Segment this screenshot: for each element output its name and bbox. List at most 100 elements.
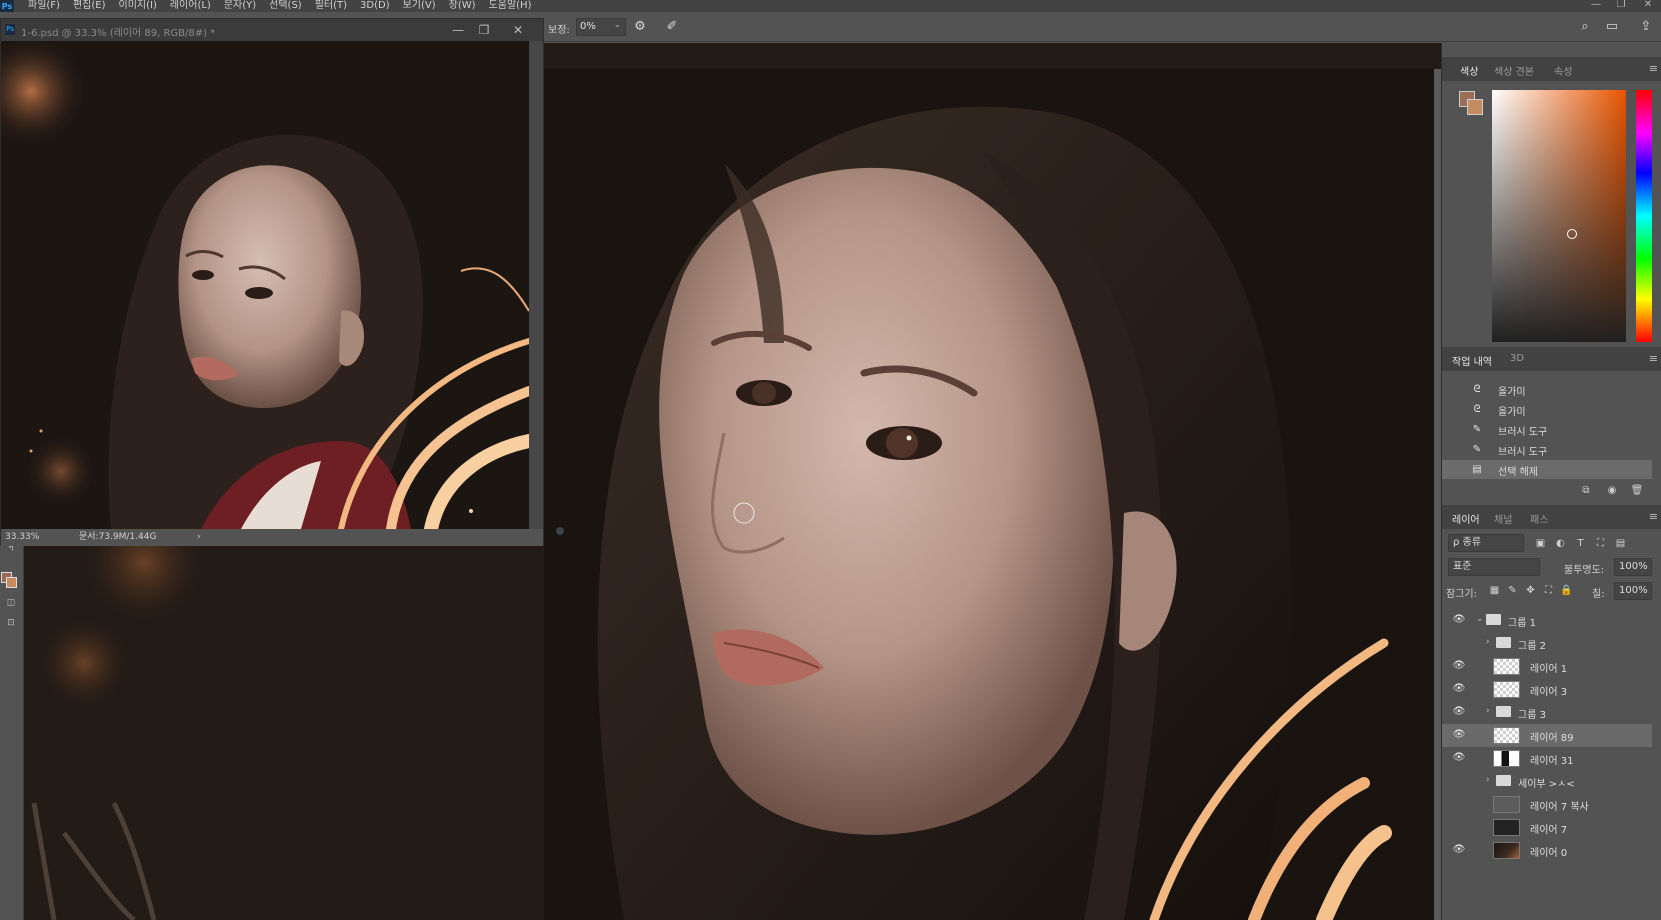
visibility-eye-icon[interactable]: 👁 <box>1452 683 1466 695</box>
tab-properties[interactable]: 속성 <box>1554 63 1572 78</box>
document-close-button[interactable]: ✕ <box>509 22 527 38</box>
new-document-from-state-icon[interactable]: ⧉ <box>1578 484 1594 498</box>
lock-all-icon[interactable]: 🔒 <box>1560 584 1573 597</box>
tab-channels[interactable]: 채널 <box>1494 511 1512 526</box>
layer-thumbnail[interactable] <box>1493 796 1520 813</box>
document-scrollbar[interactable] <box>529 41 543 529</box>
tab-paths[interactable]: 패스 <box>1530 511 1548 526</box>
document-minimize-button[interactable]: — <box>449 22 467 38</box>
search-icon[interactable]: ⌕ <box>1577 19 1593 35</box>
document-title-bar[interactable]: Ps 1-6.psd @ 33.3% (레이어 89, RGB/8#) * — … <box>1 19 543 41</box>
visibility-eye-icon[interactable]: 👁 <box>1452 844 1466 856</box>
smart-object-filter-icon[interactable]: ▤ <box>1614 537 1627 550</box>
photoshop-logo[interactable]: Ps <box>0 0 14 12</box>
share-icon[interactable]: ⇪ <box>1638 19 1654 35</box>
zoom-level[interactable]: 33.33% <box>5 529 39 546</box>
snapshot-camera-icon[interactable]: ◉ <box>1604 484 1620 498</box>
pixel-filter-icon[interactable]: ▣ <box>1534 537 1547 550</box>
lock-image-icon[interactable]: ✎ <box>1506 584 1519 597</box>
layer-row[interactable]: 👁 레이어 3 <box>1442 678 1652 701</box>
menu-select[interactable]: 선택(S) <box>269 0 302 12</box>
color-panel-background-swatch[interactable] <box>1467 99 1483 115</box>
history-panel-menu-icon[interactable]: ≡ <box>1649 352 1658 365</box>
screen-mode-icon[interactable]: ⊡ <box>3 616 19 630</box>
layer-thumbnail[interactable] <box>1493 750 1520 767</box>
layer-row[interactable]: 👁 레이어 89 <box>1442 724 1652 747</box>
document-restore-button[interactable]: ❐ <box>475 22 493 38</box>
layer-thumbnail[interactable] <box>1493 658 1520 675</box>
layer-group-row[interactable]: › 세이부 >ㅅ< <box>1442 770 1652 793</box>
layer-group-row[interactable]: 👁 ⌄ 그룹 1 <box>1442 609 1652 632</box>
visibility-eye-icon[interactable] <box>1452 821 1466 833</box>
menu-3d[interactable]: 3D(D) <box>360 0 390 12</box>
document-preview-canvas[interactable] <box>1 41 529 529</box>
lock-transparent-icon[interactable]: ▦ <box>1488 584 1501 597</box>
visibility-eye-icon[interactable] <box>1452 637 1466 649</box>
layer-thumbnail[interactable] <box>1493 681 1520 698</box>
smoothing-dropdown-icon[interactable]: ⌄ <box>614 20 621 29</box>
hue-slider[interactable] <box>1636 90 1652 342</box>
tab-layers[interactable]: 레이어 <box>1452 511 1480 526</box>
shape-filter-icon[interactable]: ⛶ <box>1594 537 1607 550</box>
gear-icon[interactable]: ⚙ <box>632 19 648 35</box>
quick-mask-icon[interactable]: ◫ <box>3 596 19 610</box>
app-restore-button[interactable]: ❐ <box>1610 0 1632 12</box>
preview-artwork[interactable] <box>1 41 529 529</box>
menu-help[interactable]: 도움말(H) <box>489 0 532 12</box>
tab-history[interactable]: 작업 내역 <box>1452 353 1492 368</box>
group-expand-arrow-icon[interactable]: › <box>1486 637 1490 647</box>
color-panel-menu-icon[interactable]: ≡ <box>1649 62 1658 75</box>
lock-position-icon[interactable]: ✥ <box>1524 584 1537 597</box>
layer-filter-select[interactable]: ρ 종류 <box>1448 534 1524 552</box>
visibility-eye-icon[interactable] <box>1452 775 1466 787</box>
group-expand-arrow-icon[interactable]: ⌄ <box>1476 614 1484 624</box>
visibility-eye-icon[interactable]: 👁 <box>1452 706 1466 718</box>
group-expand-arrow-icon[interactable]: › <box>1486 706 1490 716</box>
color-picker-field[interactable] <box>1492 90 1626 342</box>
lock-artboard-icon[interactable]: ⛶ <box>1542 584 1555 597</box>
app-minimize-button[interactable]: — <box>1585 0 1607 12</box>
group-expand-arrow-icon[interactable]: › <box>1486 775 1490 785</box>
history-item[interactable]: ᘓ 올가미 <box>1442 380 1652 399</box>
layer-row[interactable]: 👁 레이어 0 <box>1442 839 1652 862</box>
layer-thumbnail[interactable] <box>1493 842 1520 859</box>
menu-filter[interactable]: 필터(T) <box>315 0 347 12</box>
app-close-button[interactable]: ✕ <box>1637 0 1659 12</box>
menu-view[interactable]: 보기(V) <box>403 0 436 12</box>
visibility-eye-icon[interactable]: 👁 <box>1452 752 1466 764</box>
tab-3d[interactable]: 3D <box>1510 353 1524 364</box>
opacity-input[interactable]: 100% <box>1614 558 1652 576</box>
layer-thumbnail[interactable] <box>1493 727 1520 744</box>
menu-file[interactable]: 파일(F) <box>28 0 60 12</box>
layer-thumbnail[interactable] <box>1493 819 1520 836</box>
menu-image[interactable]: 이미지(I) <box>119 0 157 12</box>
adjustment-filter-icon[interactable]: ◐ <box>1554 537 1567 550</box>
menu-window[interactable]: 창(W) <box>449 0 476 12</box>
layer-group-row[interactable]: 👁 › 그룹 3 <box>1442 701 1652 724</box>
trash-icon[interactable]: 🗑 <box>1629 484 1645 498</box>
layers-panel-menu-icon[interactable]: ≡ <box>1649 510 1658 523</box>
visibility-eye-icon[interactable] <box>1452 798 1466 810</box>
fill-input[interactable]: 100% <box>1614 582 1652 600</box>
history-item[interactable]: ✎ 브러시 도구 <box>1442 440 1652 459</box>
layer-row[interactable]: 레이어 7 <box>1442 816 1652 839</box>
pressure-brush-icon[interactable]: ✐ <box>664 19 680 35</box>
layer-row[interactable]: 👁 레이어 31 <box>1442 747 1652 770</box>
menu-type[interactable]: 문자(Y) <box>224 0 256 12</box>
type-filter-icon[interactable]: T <box>1574 537 1587 550</box>
layer-group-row[interactable]: › 그룹 2 <box>1442 632 1652 655</box>
status-menu-arrow[interactable]: › <box>197 529 201 546</box>
blend-mode-select[interactable]: 표준 <box>1448 558 1540 576</box>
visibility-eye-icon[interactable]: 👁 <box>1452 660 1466 672</box>
layer-row[interactable]: 레이어 7 복사 <box>1442 793 1652 816</box>
tab-color[interactable]: 색상 <box>1460 63 1478 78</box>
workspace-icon[interactable]: ▭ <box>1604 19 1620 35</box>
visibility-eye-icon[interactable]: 👁 <box>1452 614 1466 626</box>
tab-swatches[interactable]: 색상 견본 <box>1494 63 1534 78</box>
layer-row[interactable]: 👁 레이어 1 <box>1442 655 1652 678</box>
visibility-eye-icon[interactable]: 👁 <box>1452 729 1466 741</box>
menu-layer[interactable]: 레이어(L) <box>170 0 211 12</box>
history-item[interactable]: ✎ 브러시 도구 <box>1442 420 1652 439</box>
color-picker-cursor[interactable] <box>1567 229 1577 239</box>
history-item-selected[interactable]: ▤ 선택 해제 <box>1442 460 1652 479</box>
